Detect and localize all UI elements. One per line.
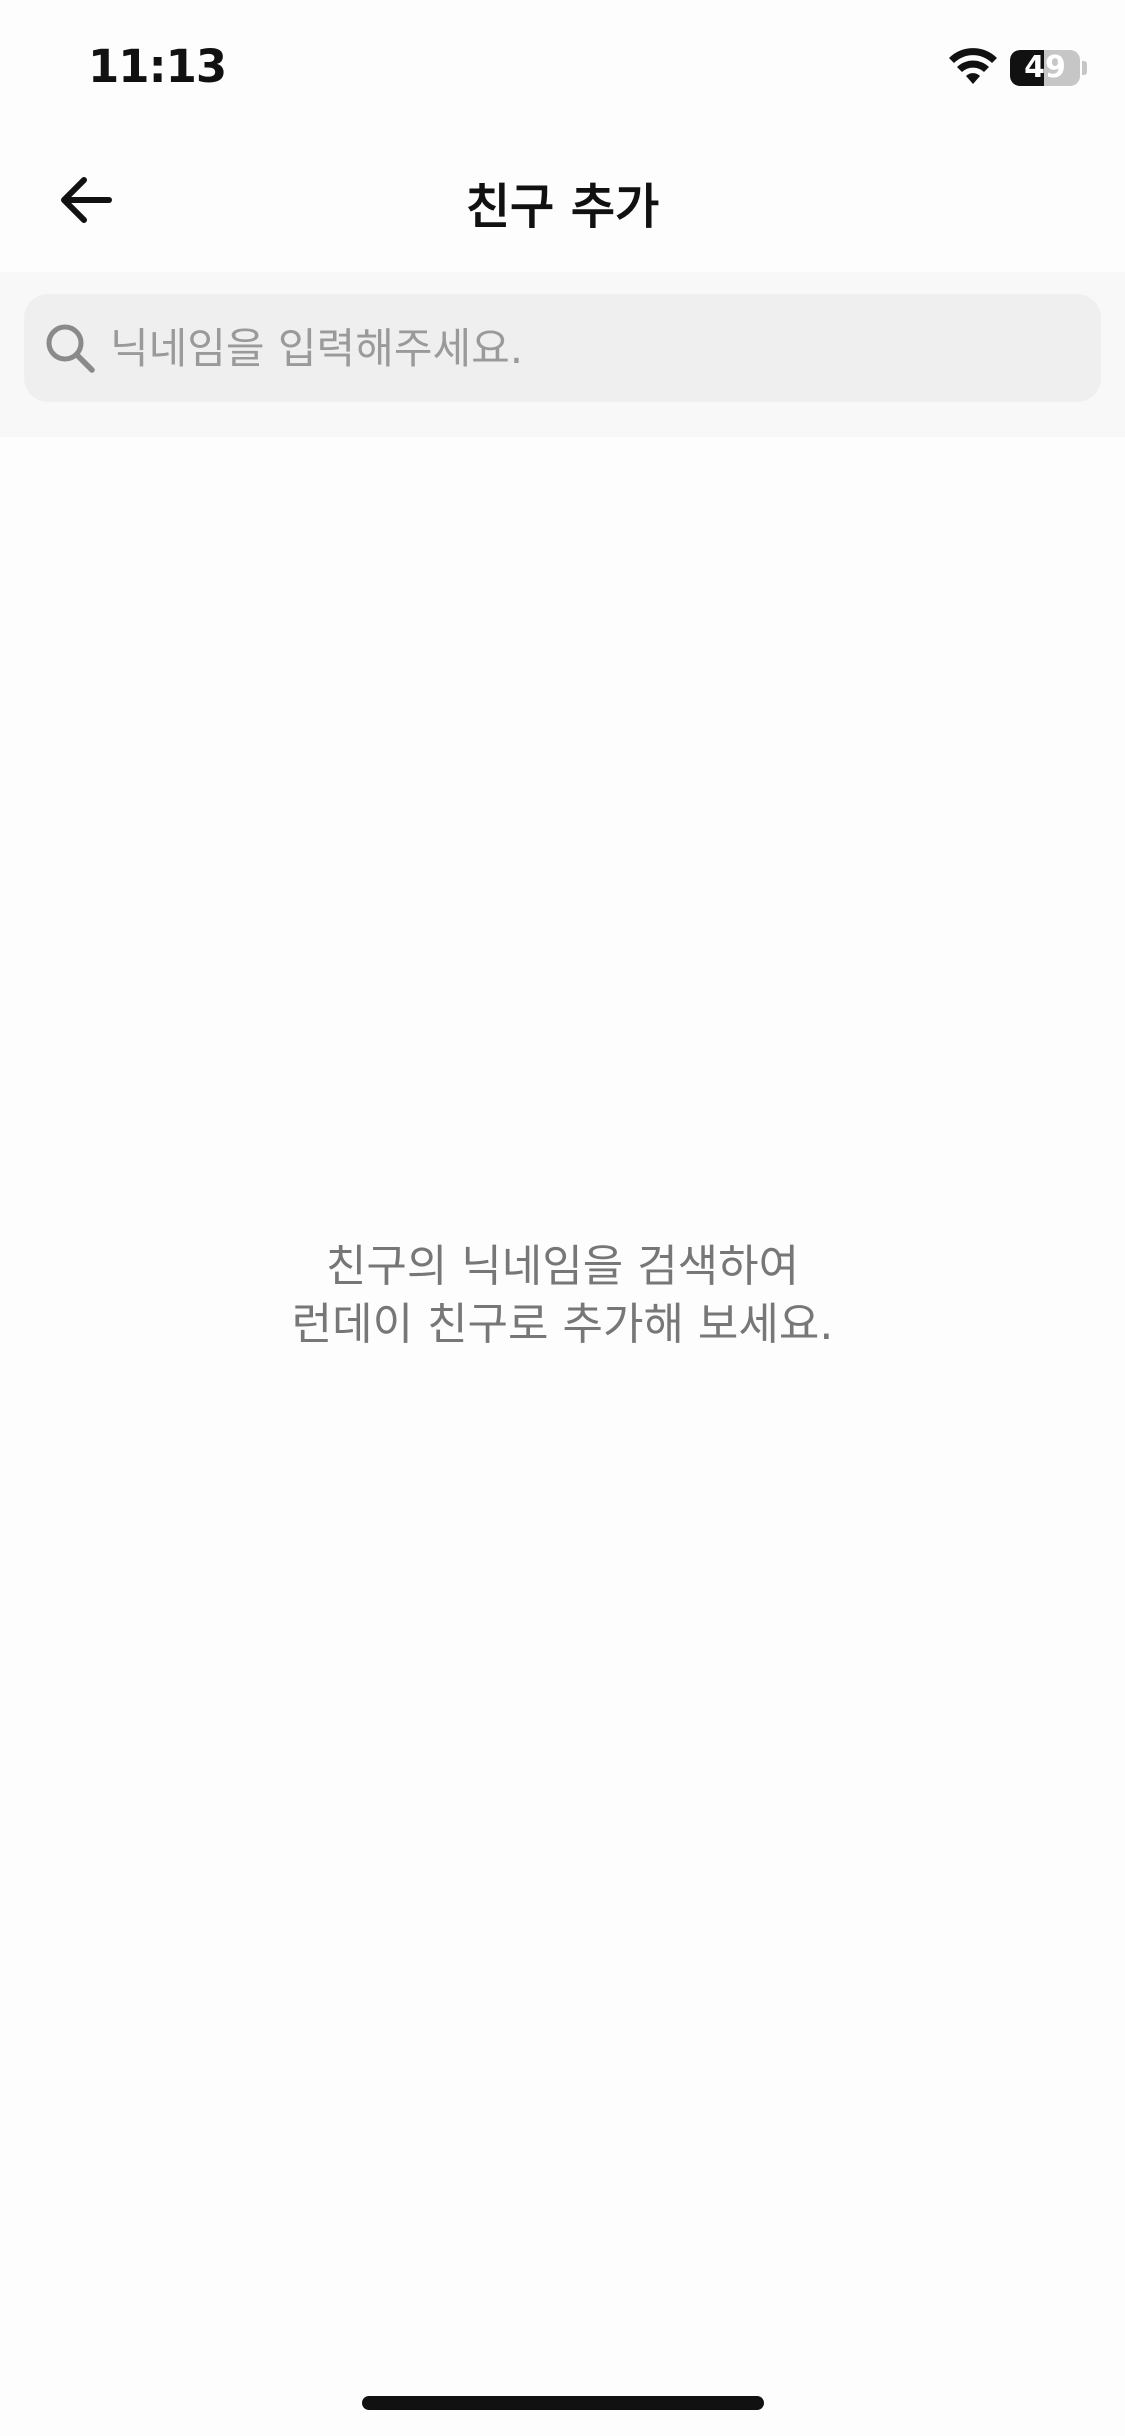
wifi-icon xyxy=(949,48,997,84)
empty-state-line-2: 런데이 친구로 추가해 보세요. xyxy=(291,1299,834,1350)
battery-cap xyxy=(1082,61,1087,75)
navigation-header: 친구 추가 xyxy=(0,135,1125,265)
screen: 11:13 49 친구 추가 닉네임을 입력해주세요. 친구의 닉네임을 검색하… xyxy=(0,0,1125,2436)
nickname-search-input[interactable] xyxy=(110,294,1070,402)
page-title: 친구 추가 xyxy=(465,179,660,235)
home-indicator xyxy=(362,2396,764,2410)
battery-level: 49 xyxy=(1024,50,1066,85)
status-bar: 11:13 49 xyxy=(0,0,1125,135)
search-area xyxy=(0,272,1125,437)
status-time: 11:13 xyxy=(88,40,227,93)
empty-state-line-1: 친구의 닉네임을 검색하여 xyxy=(325,1241,800,1292)
search-box[interactable] xyxy=(24,294,1101,402)
search-icon xyxy=(46,324,95,373)
battery-indicator: 49 xyxy=(1010,50,1080,86)
empty-state-message: 친구의 닉네임을 검색하여 런데이 친구로 추가해 보세요. xyxy=(0,1238,1125,1354)
